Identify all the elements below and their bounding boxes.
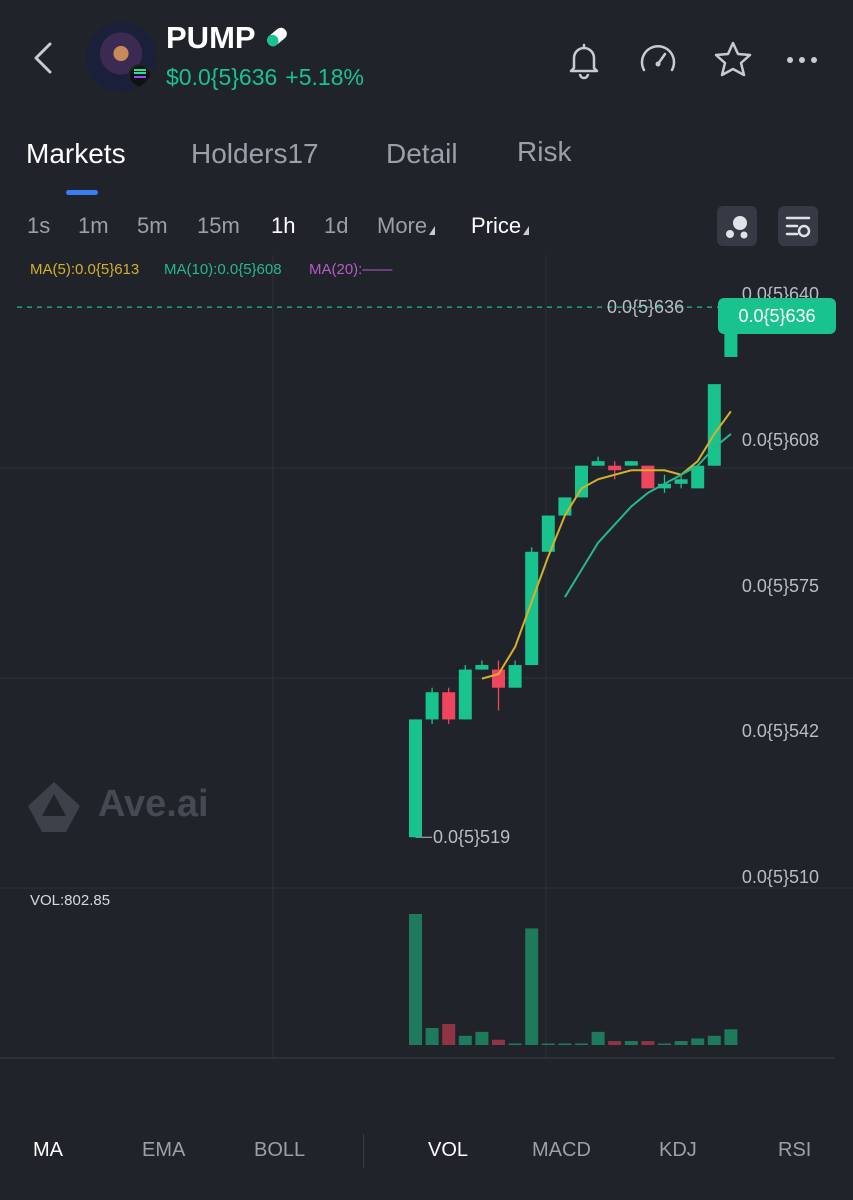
candle-body [425,692,439,720]
interval-1m[interactable]: 1m [78,213,109,239]
candle-body [442,692,456,720]
candle-body [409,719,422,838]
chart-settings-button[interactable] [778,206,818,246]
candle-body [475,665,489,670]
tab-detail[interactable]: Detail [386,138,458,170]
token-price: $0.0{5}636 [166,64,278,90]
volume-bar [608,1041,622,1045]
solana-chain-icon [128,64,152,88]
bubbles-icon [726,216,748,239]
candle-body [641,465,655,489]
interval-15m[interactable]: 15m [197,213,240,239]
candle-body [674,479,688,484]
token-name: PUMP [166,20,256,55]
indicator-kdj[interactable]: KDJ [659,1139,697,1162]
price-mode-dropdown[interactable]: Price [471,213,530,239]
drawing-tools-button[interactable] [717,206,757,246]
volume-bar [575,1043,588,1045]
candle-body [525,551,539,666]
volume-bar [492,1039,505,1045]
indicator-ma[interactable]: MA [33,1139,63,1162]
indicator-vol[interactable]: VOL [428,1139,468,1162]
volume-bar [591,1031,605,1045]
more-label: More [377,213,428,238]
volume-bar [658,1043,671,1045]
more-horizontal-icon[interactable] [780,38,824,82]
indicator-macd[interactable]: MACD [532,1139,591,1162]
price-label: Price [471,213,522,238]
candle-body [508,665,522,688]
volume-bar [707,1035,721,1045]
volume-bar [724,1029,738,1045]
candle-body [575,465,588,498]
pill-icon [267,27,287,47]
volume-bar [458,1035,472,1045]
y-axis-label: 0.0{5}608 [742,430,819,450]
chevron-left-icon [34,42,52,74]
y-axis-label: 0.0{5}510 [742,867,819,887]
tab-risk[interactable]: Risk [517,136,571,168]
volume-bar [641,1041,655,1045]
ma10-line [564,433,732,598]
y-axis-label: 0.0{5}575 [742,576,819,596]
dropdown-triangle-icon [523,226,530,235]
star-icon[interactable] [711,38,755,82]
candle-body [624,461,638,466]
gauge-icon[interactable] [636,38,680,82]
bell-icon[interactable] [562,38,606,82]
low-price-label: 0.0{5}519 [433,827,510,847]
settings-list-icon [785,216,811,238]
candle-body [608,465,622,471]
indicator-ema[interactable]: EMA [142,1139,185,1162]
high-price-label: 0.0{5}636 [607,297,684,317]
price-change: +5.18% [285,64,364,90]
volume-bar [525,928,539,1045]
volume-bar [409,914,422,1045]
indicator-boll[interactable]: BOLL [254,1139,305,1162]
candle-body [458,669,472,720]
volume-bar [425,1027,439,1045]
volume-bar [691,1038,705,1045]
token-avatar [86,22,156,92]
tab-holders[interactable]: Holders17 [191,138,319,170]
interval-5m[interactable]: 5m [137,213,168,239]
tab-markets[interactable]: Markets [26,138,126,170]
more-intervals-dropdown[interactable]: More [377,213,436,239]
current-price-tag: 0.0{5}636 [718,298,836,334]
volume-bar [442,1024,456,1045]
interval-1s[interactable]: 1s [27,213,50,239]
interval-1h[interactable]: 1h [271,213,295,239]
active-tab-indicator [66,190,98,195]
indicator-divider [363,1134,364,1168]
interval-1d[interactable]: 1d [324,213,348,239]
volume-bar [558,1043,572,1045]
ma5-line [481,410,732,680]
volume-bar [674,1041,688,1045]
volume-bar [508,1043,522,1045]
volume-bar [475,1031,489,1045]
candle-body [591,461,605,466]
y-axis-label: 0.0{5}542 [742,721,819,741]
price-chart[interactable]: 0.0{5}6400.0{5}6080.0{5}5750.0{5}5420.0{… [0,255,853,1070]
volume-bar [624,1041,638,1045]
token-price-line: $0.0{5}636 +5.18% [166,64,372,91]
volume-label: VOL:802.85 [30,892,111,909]
dropdown-triangle-icon [429,226,436,235]
volume-bar [541,1043,555,1045]
indicator-rsi[interactable]: RSI [778,1139,811,1162]
back-button[interactable] [26,40,62,76]
